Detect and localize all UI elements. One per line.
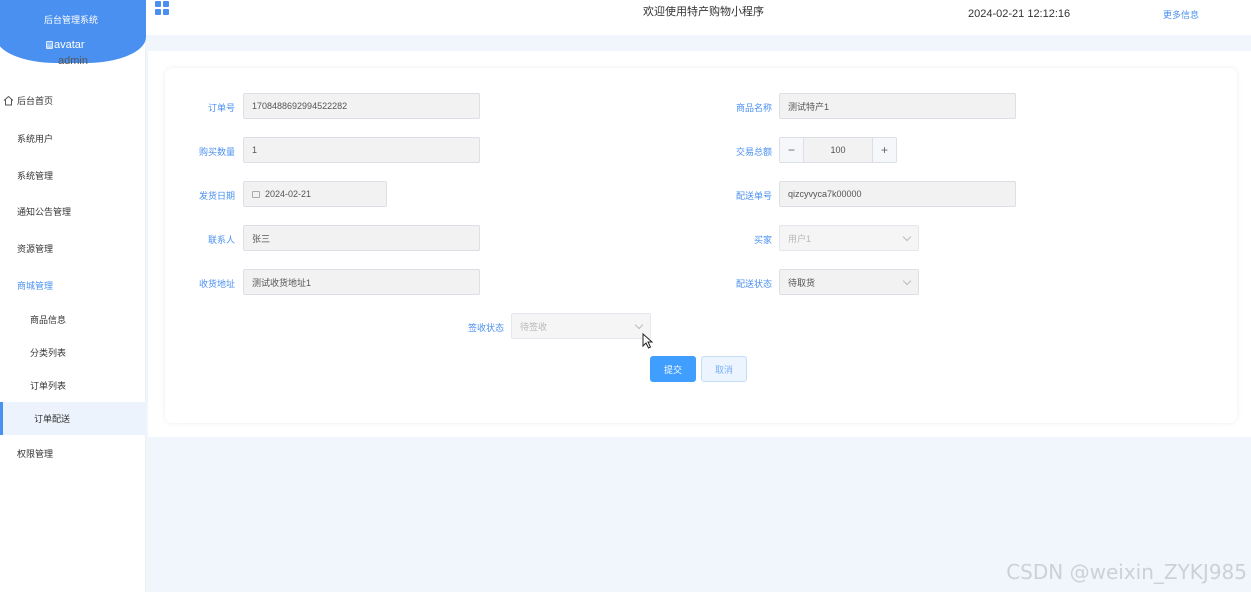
sidebar-item-product-info[interactable]: 商品信息 xyxy=(0,303,146,336)
sign-status-label: 签收状态 xyxy=(467,323,504,333)
address-label: 收货地址 xyxy=(198,279,235,289)
sidebar-item-mall-management[interactable]: 商城管理 xyxy=(0,269,146,302)
order-no-field[interactable]: 1708488692994522282 xyxy=(243,93,480,119)
sign-status-select[interactable]: 待签收 xyxy=(511,313,651,339)
buyer-label: 买家 xyxy=(753,235,772,245)
address-field[interactable]: 测试收货地址1 xyxy=(243,269,480,295)
product-name-field[interactable]: 测试特产1 xyxy=(779,93,1016,119)
decrement-button[interactable]: − xyxy=(780,138,804,162)
sidebar-item-permission-management[interactable]: 权限管理 xyxy=(0,437,146,470)
sidebar-item-label: 后台首页 xyxy=(17,96,54,106)
broken-image-icon xyxy=(46,41,53,49)
sign-status-value: 待签收 xyxy=(520,321,548,332)
ship-date-label: 发货日期 xyxy=(198,191,235,201)
increment-button[interactable]: + xyxy=(872,138,896,162)
sidebar-item-label: 商品信息 xyxy=(30,315,67,325)
sidebar-item-label: 系统用户 xyxy=(17,134,54,144)
avatar: avatar xyxy=(46,39,85,51)
watermark: CSDN @weixin_ZYKJ985 xyxy=(1006,560,1247,584)
sidebar-item-order-list[interactable]: 订单列表 xyxy=(0,369,146,402)
chevron-down-icon xyxy=(902,276,912,286)
chevron-down-icon xyxy=(634,320,644,330)
mouse-cursor-icon xyxy=(642,333,654,349)
datetime-display: 2024-02-21 12:12:16 xyxy=(968,8,1071,20)
sidebar-item-label: 资源管理 xyxy=(17,244,54,254)
buyer-select[interactable]: 用户1 xyxy=(779,225,919,251)
welcome-text: 欢迎使用特产购物小程序 xyxy=(643,6,764,18)
more-info-link[interactable]: 更多信息 xyxy=(1163,8,1199,21)
brand-header: 后台管理系统 avatar xyxy=(0,0,146,63)
total-stepper[interactable]: − 100 + xyxy=(779,137,897,163)
sidebar: 后台管理系统 avatar admin 后台首页 系统用户 系统管理 通知公告管… xyxy=(0,0,146,592)
system-title: 后台管理系统 xyxy=(43,15,98,25)
contact-label: 联系人 xyxy=(207,235,235,245)
order-no-label: 订单号 xyxy=(207,103,235,113)
sidebar-item-notice-management[interactable]: 通知公告管理 xyxy=(0,195,146,228)
delivery-no-value: qizcyvyca7k00000 xyxy=(788,189,862,199)
home-icon xyxy=(3,95,14,106)
submit-button[interactable]: 提交 xyxy=(650,356,696,382)
sidebar-item-label: 系统管理 xyxy=(17,171,54,181)
avatar-alt-text: avatar xyxy=(54,39,85,51)
contact-value: 张三 xyxy=(252,233,271,244)
sidebar-item-system-users[interactable]: 系统用户 xyxy=(0,122,146,155)
ship-date-value: 2024-02-21 xyxy=(265,189,312,199)
sidebar-item-category-list[interactable]: 分类列表 xyxy=(0,336,146,369)
address-value: 测试收货地址1 xyxy=(252,277,312,288)
sidebar-item-system-management[interactable]: 系统管理 xyxy=(0,159,146,192)
delivery-status-value: 待取货 xyxy=(788,277,816,288)
username: admin xyxy=(58,55,88,67)
sidebar-item-label: 订单配送 xyxy=(34,414,71,424)
calendar-icon xyxy=(252,190,260,198)
contact-field[interactable]: 张三 xyxy=(243,225,480,251)
sidebar-item-label: 订单列表 xyxy=(30,381,67,391)
sidebar-item-label: 权限管理 xyxy=(17,449,54,459)
cancel-button[interactable]: 取消 xyxy=(701,356,747,382)
total-value[interactable]: 100 xyxy=(804,138,872,162)
sidebar-item-resource-management[interactable]: 资源管理 xyxy=(0,232,146,265)
buyer-value: 用户1 xyxy=(788,233,812,244)
total-label: 交易总额 xyxy=(735,147,772,157)
sidebar-item-order-delivery[interactable]: 订单配送 xyxy=(0,402,146,435)
delivery-no-field[interactable]: qizcyvyca7k00000 xyxy=(779,181,1016,207)
menu-toggle-grid-icon[interactable] xyxy=(155,1,169,15)
delivery-status-select[interactable]: 待取货 xyxy=(779,269,919,295)
sidebar-item-label: 通知公告管理 xyxy=(17,207,72,217)
ship-date-picker[interactable]: 2024-02-21 xyxy=(243,181,387,207)
sidebar-item-label: 分类列表 xyxy=(30,348,67,358)
chevron-down-icon xyxy=(902,232,912,242)
sidebar-item-home[interactable]: 后台首页 xyxy=(0,84,146,117)
top-header: 欢迎使用特产购物小程序 2024-02-21 12:12:16 更多信息 xyxy=(146,0,1251,35)
quantity-label: 购买数量 xyxy=(198,147,235,157)
product-name-value: 测试特产1 xyxy=(788,101,830,112)
quantity-value: 1 xyxy=(252,145,258,155)
delivery-no-label: 配送单号 xyxy=(735,191,772,201)
quantity-field[interactable]: 1 xyxy=(243,137,480,163)
order-no-value: 1708488692994522282 xyxy=(252,101,348,111)
product-name-label: 商品名称 xyxy=(735,103,772,113)
delivery-status-label: 配送状态 xyxy=(735,279,772,289)
sidebar-item-label: 商城管理 xyxy=(17,281,54,291)
